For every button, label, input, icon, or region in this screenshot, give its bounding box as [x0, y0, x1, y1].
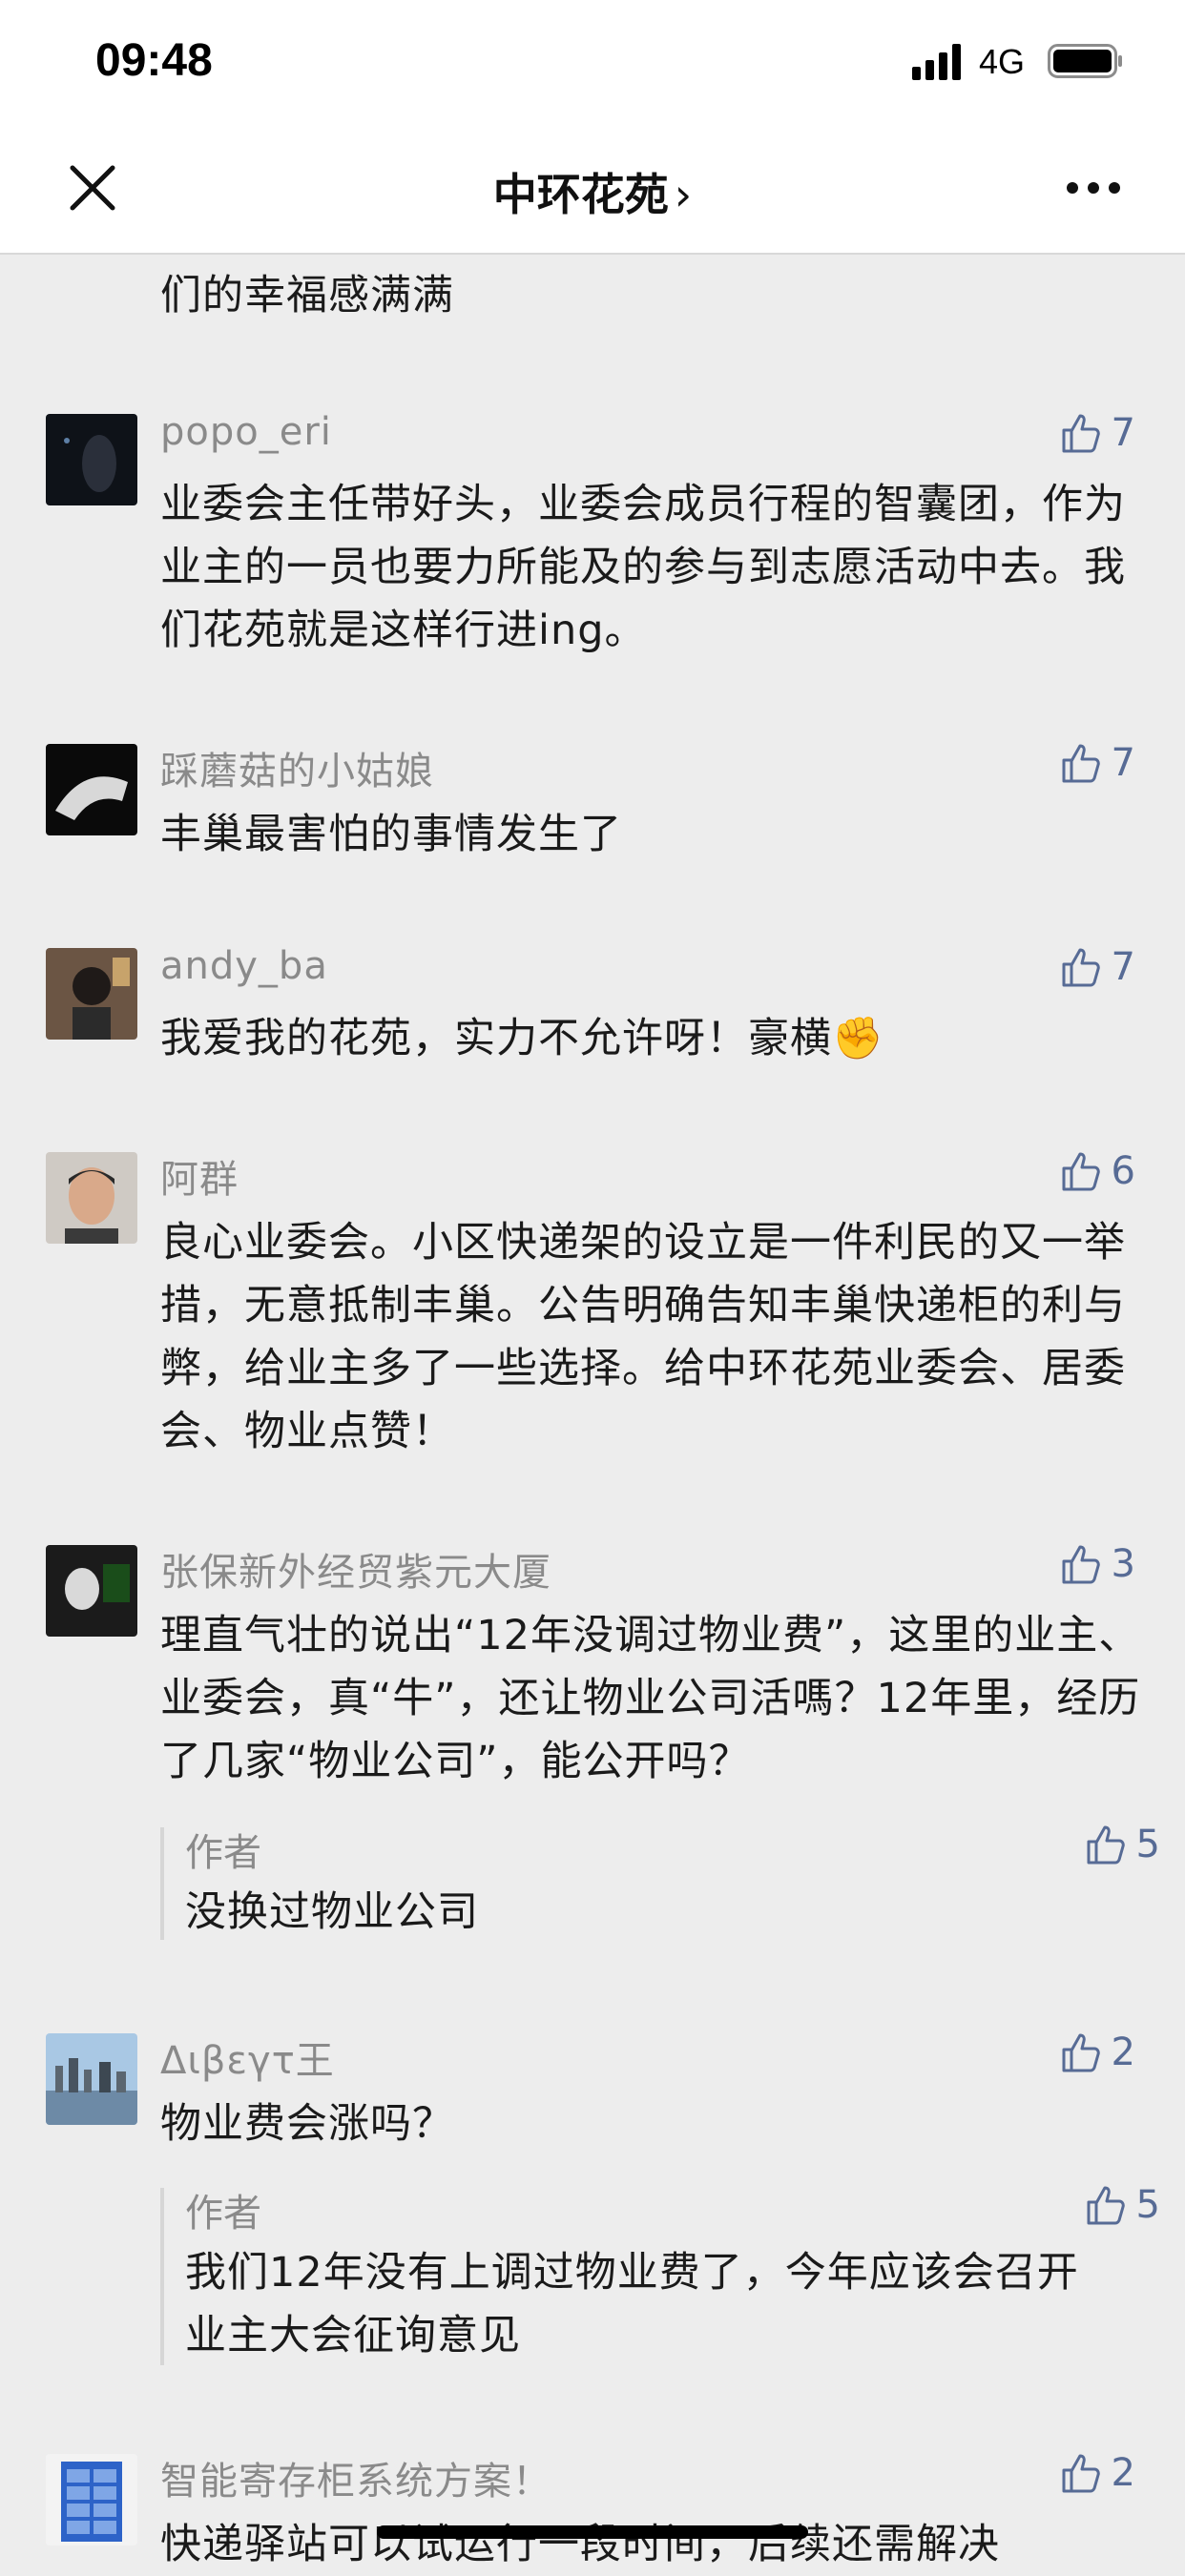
comment-text: 我爱我的花苑，实力不允许呀！豪横✊ — [160, 1007, 1143, 1070]
commenter-name[interactable]: 阿群 — [160, 1148, 239, 1204]
comment-text-body: 我爱我的花苑，实力不允许呀！豪横 — [160, 1015, 832, 1062]
like-count: 7 — [1111, 945, 1135, 989]
thumbs-up-icon — [1062, 414, 1100, 453]
comment-text: 理直气壮的说出“12年没调过物业费”，这里的业主、业委会，真“牛”，还让物业公司… — [160, 1612, 1141, 1785]
avatar[interactable] — [46, 744, 137, 835]
thumbs-up-icon — [1087, 1825, 1125, 1865]
signal-icon — [912, 44, 961, 80]
avatar[interactable] — [46, 414, 137, 505]
raised-fist-emoji: ✊ — [832, 1015, 884, 1062]
thumbs-up-icon — [1062, 1152, 1100, 1191]
like-count: 5 — [1135, 1823, 1160, 1866]
thumbs-up-icon — [1062, 948, 1100, 987]
chevron-right-icon: › — [674, 169, 693, 220]
avatar[interactable] — [46, 2454, 137, 2545]
comment-text-partial: 们的幸福感满满 — [160, 272, 454, 319]
like-button[interactable]: 2 — [1058, 2450, 1135, 2496]
commenter-name[interactable]: 踩蘑菇的小姑娘 — [160, 740, 434, 795]
like-count: 7 — [1111, 411, 1135, 455]
avatar[interactable] — [46, 2033, 137, 2125]
comment-text: 良心业委会。小区快递架的设立是一件利民的又一举措，无意抵制丰巢。公告明确告知丰巢… — [160, 1219, 1126, 1455]
reply-author: 作者 — [185, 2192, 261, 2236]
avatar[interactable] — [46, 1545, 137, 1637]
thumbs-up-icon — [1087, 2186, 1125, 2225]
author-reply: 作者 5 我们12年没有上调过物业费了，今年应该会召开业主大会征询意见 — [160, 2183, 1160, 2365]
like-count: 2 — [1111, 2451, 1135, 2495]
author-reply: 作者 5 没换过物业公司 — [160, 1823, 1160, 1940]
reply-text: 没换过物业公司 — [185, 1888, 479, 1936]
like-button[interactable]: 3 — [1058, 1541, 1135, 1587]
like-button[interactable]: 7 — [1058, 740, 1135, 786]
commenter-name[interactable]: popo_eri — [160, 410, 332, 454]
like-button[interactable]: 5 — [1083, 2182, 1160, 2228]
like-count: 6 — [1111, 1149, 1135, 1193]
avatar[interactable] — [46, 1152, 137, 1244]
comment-text: 物业费会涨吗？ — [160, 2100, 454, 2148]
like-count: 7 — [1111, 741, 1135, 785]
like-count: 5 — [1135, 2183, 1160, 2227]
reply-author: 作者 — [185, 1831, 261, 1875]
navigation-bar: 中环花苑 › — [0, 124, 1185, 255]
status-bar: 09:48 4G — [0, 0, 1185, 124]
home-indicator[interactable] — [377, 2525, 808, 2539]
like-button[interactable]: 6 — [1058, 1148, 1135, 1194]
reply-text: 我们12年没有上调过物业费了，今年应该会召开业主大会征询意见 — [185, 2249, 1079, 2360]
page-title[interactable]: 中环花苑 › — [0, 160, 1185, 223]
like-button[interactable]: 7 — [1058, 944, 1135, 990]
comment-text: 丰巢最害怕的事情发生了 — [160, 811, 622, 858]
like-button[interactable]: 2 — [1058, 2030, 1135, 2075]
commenter-name[interactable]: 张保新外经贸紫元大厦 — [160, 1541, 551, 1597]
commenter-name[interactable]: 智能寄存柜系统方案！ — [160, 2450, 551, 2505]
thumbs-up-icon — [1062, 744, 1100, 783]
like-count: 2 — [1111, 2030, 1135, 2074]
avatar[interactable] — [46, 948, 137, 1040]
like-button[interactable]: 5 — [1083, 1822, 1160, 1867]
thumbs-up-icon — [1062, 1545, 1100, 1584]
commenter-name[interactable]: Διβεγτ王 — [160, 2030, 335, 2085]
network-type: 4G — [979, 42, 1026, 81]
comment-text: 快递驿站可以试运行一段时间，后续还需解决 — [160, 2521, 1000, 2568]
like-button[interactable]: 7 — [1058, 410, 1135, 456]
battery-icon — [1048, 44, 1122, 78]
commenter-name[interactable]: andy_ba — [160, 944, 328, 988]
comment-text: 业委会主任带好头，业委会成员行程的智囊团，作为业主的一员也要力所能及的参与到志愿… — [160, 481, 1126, 654]
like-count: 3 — [1111, 1542, 1135, 1586]
more-options-icon[interactable] — [1065, 179, 1122, 196]
thumbs-up-icon — [1062, 2454, 1100, 2493]
thumbs-up-icon — [1062, 2033, 1100, 2072]
page-title-text: 中环花苑 — [492, 169, 669, 220]
status-time: 09:48 — [95, 35, 213, 86]
